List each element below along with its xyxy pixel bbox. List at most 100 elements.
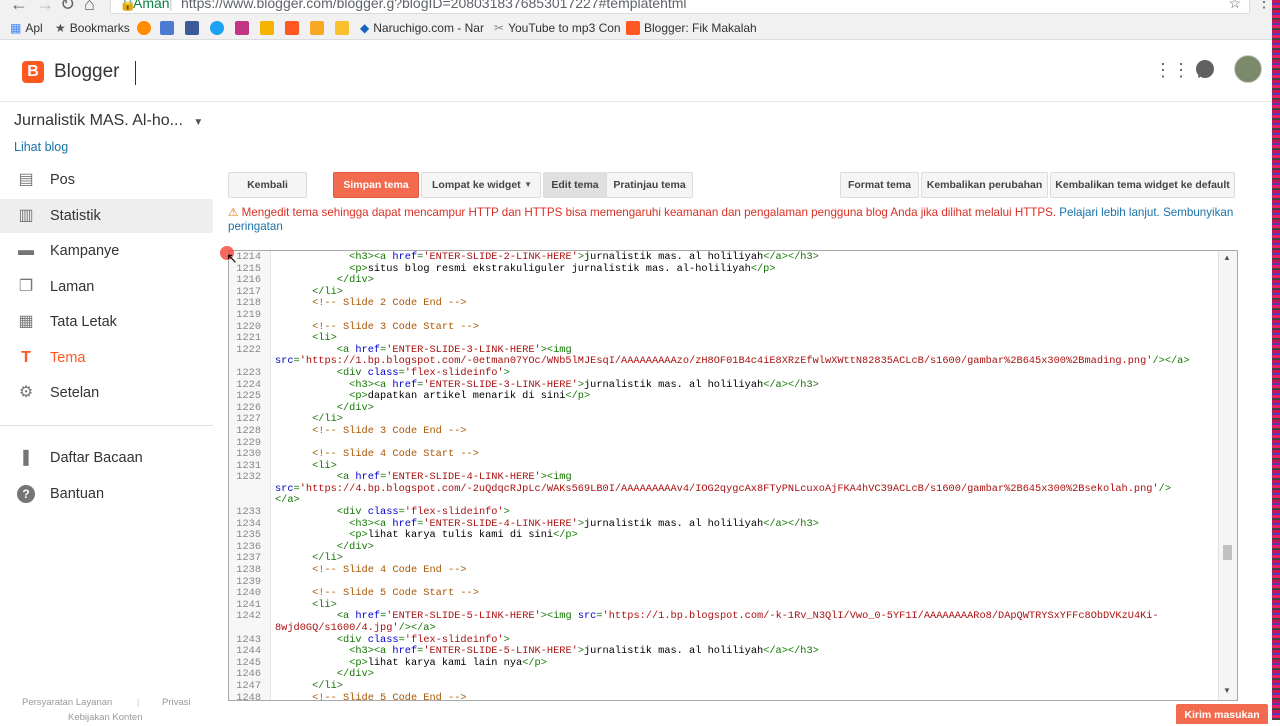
bookmark-favicon-1[interactable]: [137, 21, 151, 35]
code-line: 1220 <!-- Slide 3 Code Start -->: [229, 321, 1224, 334]
posts-icon: ▤: [18, 171, 34, 188]
code-token: <li>: [312, 332, 337, 345]
footer-content-policy-link[interactable]: Kebijakan Konten: [68, 712, 142, 723]
sidebar-divider: [0, 425, 213, 426]
back-button[interactable]: Kembali: [228, 172, 307, 198]
bookmark-icon: ❚: [19, 449, 33, 466]
bookmark-bookmarks[interactable]: ★ Bookmarks: [55, 21, 130, 35]
code-line: 1225 <p>dapatkan artikel menarik di sini…: [229, 390, 1224, 403]
save-theme-button[interactable]: Simpan tema: [333, 172, 419, 198]
sidebar-item-setelan[interactable]: ⚙ Setelan: [0, 376, 213, 410]
bookmark-facebook[interactable]: [185, 21, 199, 35]
bookmark-favicon-4[interactable]: [310, 21, 324, 35]
code-line: src='https://4.bp.blogspot.com/-2uQdqcRJ…: [229, 482, 1224, 496]
bookmark-twitter[interactable]: [210, 21, 224, 35]
sidebar: Jurnalistik MAS. Al-ho... ▼ Lihat blog ▤…: [0, 102, 213, 723]
view-blog-link[interactable]: Lihat blog: [14, 140, 68, 154]
code-token: <!-- Slide 3 Code End -->: [312, 424, 467, 437]
code-editor[interactable]: 1214 <h3><a href='ENTER-SLIDE-2-LINK-HER…: [228, 250, 1238, 701]
reload-icon[interactable]: ↻: [60, 0, 75, 15]
code-line: 1240 <!-- Slide 5 Code Start -->: [229, 587, 1224, 600]
bookmark-favicon-5[interactable]: [335, 21, 349, 35]
code-line: 1215 <p>situs blog resmi ekstrakuliguler…: [229, 263, 1224, 276]
bookmark-apps[interactable]: ▦ Apl: [10, 21, 43, 35]
bookmark-naruchigo[interactable]: ◆ Naruchigo.com - Nar: [360, 21, 484, 35]
learn-more-link[interactable]: Pelajari lebih lanjut.: [1059, 206, 1160, 219]
blog-selector[interactable]: Jurnalistik MAS. Al-ho... ▼: [14, 112, 203, 130]
footer-terms-link[interactable]: Persyaratan Layanan: [22, 697, 112, 708]
theme-icon: T: [21, 349, 31, 366]
revert-widget-default-button[interactable]: Kembalikan tema widget ke default: [1050, 172, 1235, 198]
sidebar-item-kampanye[interactable]: ▬ Kampanye: [0, 234, 213, 268]
sidebar-item-label: Tema: [50, 350, 86, 366]
hide-warning-link-cont[interactable]: peringatan: [228, 220, 283, 233]
scroll-down-arrow-icon[interactable]: ▼: [1223, 686, 1231, 695]
format-theme-button[interactable]: Format tema: [840, 172, 919, 198]
blogger-icon: [626, 21, 640, 35]
bookmark-favicon-3[interactable]: [260, 21, 274, 35]
code-token: 'ENTER-SLIDE-3-LINK-HERE': [386, 343, 541, 356]
code-line: 1230 <!-- Slide 4 Code Start -->: [229, 448, 1224, 461]
code-token: <!-- Slide 5 Code End -->: [312, 691, 467, 701]
campaign-icon: ▬: [18, 242, 34, 259]
forward-arrow-icon[interactable]: →: [36, 0, 54, 15]
code-text: <!-- Slide 4 Code End -->: [275, 564, 466, 577]
code-token: href: [355, 471, 381, 484]
notifications-icon[interactable]: [1196, 60, 1214, 78]
line-number: 1242: [236, 610, 261, 623]
sidebar-item-laman[interactable]: ❐ Laman: [0, 270, 213, 304]
settings-icon: ⚙: [18, 384, 34, 401]
bookmark-favicon-2[interactable]: [160, 21, 174, 35]
blogger-icon: [285, 21, 299, 35]
sidebar-item-statistik[interactable]: ▥ Statistik: [0, 199, 213, 233]
sidebar-item-pos[interactable]: ▤ Pos: [0, 163, 213, 197]
url-divider: |: [169, 0, 173, 11]
code-token: ><img: [540, 610, 578, 623]
bookmark-instagram[interactable]: [235, 21, 249, 35]
code-token: />: [1158, 482, 1171, 495]
jump-to-widget-dropdown[interactable]: Lompat ke widget ▼: [421, 172, 541, 198]
browser-menu-icon[interactable]: ⋮: [1256, 0, 1272, 12]
avatar[interactable]: [1234, 55, 1262, 83]
facebook-icon: [185, 21, 199, 35]
star-icon[interactable]: ☆: [1228, 0, 1241, 13]
footer-privacy-link[interactable]: Privasi: [162, 697, 191, 708]
pages-icon: ❐: [18, 278, 34, 295]
blogger-logo-icon[interactable]: B: [22, 61, 44, 83]
hide-warning-link[interactable]: Sembunyikan: [1163, 206, 1233, 219]
line-number: 1230: [236, 448, 261, 461]
code-token: 'flex-slideinfo': [404, 633, 504, 646]
back-arrow-icon[interactable]: ←: [10, 0, 28, 15]
sidebar-item-daftar-bacaan[interactable]: ❚ Daftar Bacaan: [0, 441, 213, 475]
sidebar-item-bantuan[interactable]: ? Bantuan: [0, 477, 213, 511]
code-token: </p>: [553, 529, 578, 542]
code-token: src: [275, 355, 294, 368]
bookmark-blogger[interactable]: [285, 21, 299, 35]
revert-changes-button[interactable]: Kembalikan perubahan: [921, 172, 1048, 198]
scroll-up-arrow-icon[interactable]: ▲: [1223, 253, 1231, 262]
bookmark-youtube-mp3[interactable]: ✂ YouTube to mp3 Con: [494, 21, 621, 35]
bookmarks-bar: ▦ Apl ★ Bookmarks ◆ Naruchigo.com - Nar ✂ Yo…: [0, 18, 1280, 40]
editor-scrollbar[interactable]: ▲ ▼: [1218, 251, 1237, 700]
edit-theme-button[interactable]: Edit tema: [543, 172, 607, 198]
scrollbar-thumb[interactable]: [1223, 545, 1232, 560]
code-token: >: [503, 633, 510, 646]
sidebar-item-tata-letak[interactable]: ▦ Tata Letak: [0, 305, 213, 339]
sidebar-item-tema[interactable]: T Tema: [0, 341, 213, 375]
line-number: 1233: [236, 506, 261, 519]
home-icon[interactable]: ⌂: [84, 0, 95, 15]
send-feedback-button[interactable]: Kirim masukan: [1176, 704, 1268, 724]
bookmark-blogger-fik[interactable]: Blogger: Fik Makalah: [626, 21, 757, 35]
preview-theme-button[interactable]: Pratinjau tema: [606, 172, 693, 198]
address-bar[interactable]: 🔒 Aman | https://www.blogger.com/blogger…: [110, 0, 1250, 14]
